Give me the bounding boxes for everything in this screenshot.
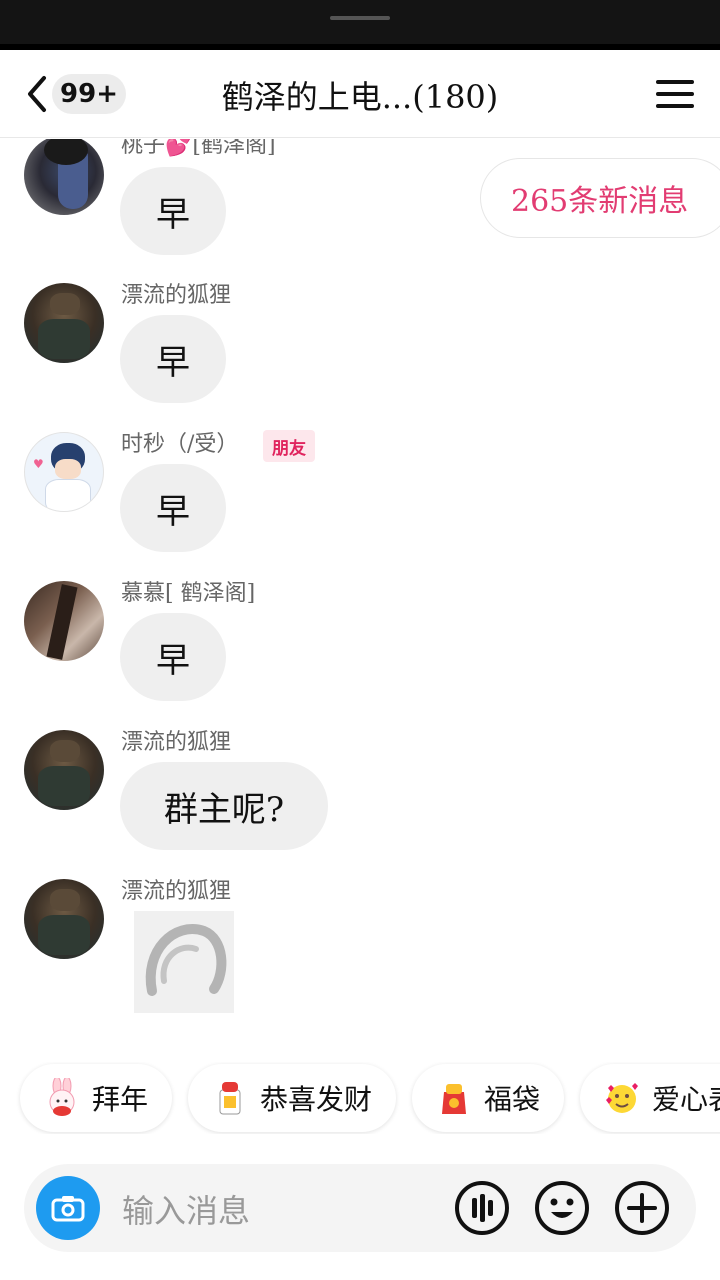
chevron-left-icon: [28, 76, 46, 112]
quick-reply-label: 爱心表情: [652, 1083, 720, 1116]
menu-icon: [656, 80, 694, 84]
quick-reply-label: 福袋: [484, 1083, 541, 1116]
message-bubble[interactable]: 早: [120, 315, 226, 403]
quick-reply-chip[interactable]: 恭喜发财: [188, 1064, 396, 1132]
avatar[interactable]: [24, 730, 104, 810]
message-bubble[interactable]: 早: [120, 613, 226, 701]
fortune-icon: [219, 1082, 241, 1115]
status-bar: [0, 0, 720, 44]
sender-name: 漂流的狐狸: [121, 879, 232, 904]
drag-handle[interactable]: [330, 16, 390, 20]
avatar[interactable]: ♥: [24, 432, 104, 512]
message-bubble[interactable]: 早: [120, 167, 226, 255]
quick-reply-chip[interactable]: 爱心表情: [580, 1064, 720, 1132]
quick-reply-label: 拜年: [92, 1083, 149, 1116]
heart-face-icon: [606, 1083, 638, 1113]
plus-icon: [615, 1181, 669, 1235]
image-message[interactable]: [134, 911, 234, 1013]
menu-button[interactable]: [656, 78, 696, 110]
quick-reply-label: 恭喜发财: [260, 1083, 373, 1116]
voice-icon: [455, 1181, 509, 1235]
sender-name: 漂流的狐狸: [121, 283, 232, 308]
avatar[interactable]: [24, 581, 104, 661]
avatar[interactable]: [24, 283, 104, 363]
message-bubble[interactable]: 群主呢?: [120, 762, 328, 850]
more-button[interactable]: [614, 1180, 670, 1236]
sticker-image: [145, 924, 227, 996]
bunny-icon: [49, 1078, 75, 1116]
sender-name: 慕慕[ 鹤泽阁]: [121, 581, 256, 606]
new-messages-pill[interactable]: 265条新消息: [480, 158, 720, 238]
camera-icon: [51, 1196, 85, 1222]
chat-title[interactable]: 鹤泽的上电...(180): [140, 72, 580, 118]
smiley-icon: [535, 1181, 589, 1235]
quick-reply-bar[interactable]: 拜年 恭喜发财 福袋 爱心表情: [0, 1062, 720, 1134]
avatar[interactable]: [24, 879, 104, 959]
camera-button[interactable]: [36, 1176, 100, 1240]
message-feed[interactable]: 桃子💕[鹤泽阁] 早 漂流的狐狸 早 ♥ 时秒（/受） 朋友 早 慕慕[ 鹤泽阁…: [0, 139, 720, 1051]
quick-reply-chip[interactable]: 拜年: [20, 1064, 172, 1132]
sender-name: 时秒（/受）: [121, 432, 239, 457]
message-input[interactable]: 输入消息: [122, 1186, 250, 1232]
quick-reply-chip[interactable]: 福袋: [412, 1064, 564, 1132]
chat-header: 99+ 鹤泽的上电...(180): [0, 50, 720, 138]
emoji-button[interactable]: [534, 1180, 590, 1236]
voice-button[interactable]: [454, 1180, 510, 1236]
friend-tag: 朋友: [263, 430, 315, 462]
sender-name: 桃子💕[鹤泽阁]: [121, 139, 276, 158]
sender-name: 漂流的狐狸: [121, 730, 232, 755]
message-bubble[interactable]: 早: [120, 464, 226, 552]
lucky-bag-icon: [442, 1084, 466, 1114]
message-input-bar: 输入消息: [24, 1164, 696, 1252]
unread-badge[interactable]: 99+: [52, 74, 126, 114]
avatar[interactable]: [24, 139, 104, 215]
